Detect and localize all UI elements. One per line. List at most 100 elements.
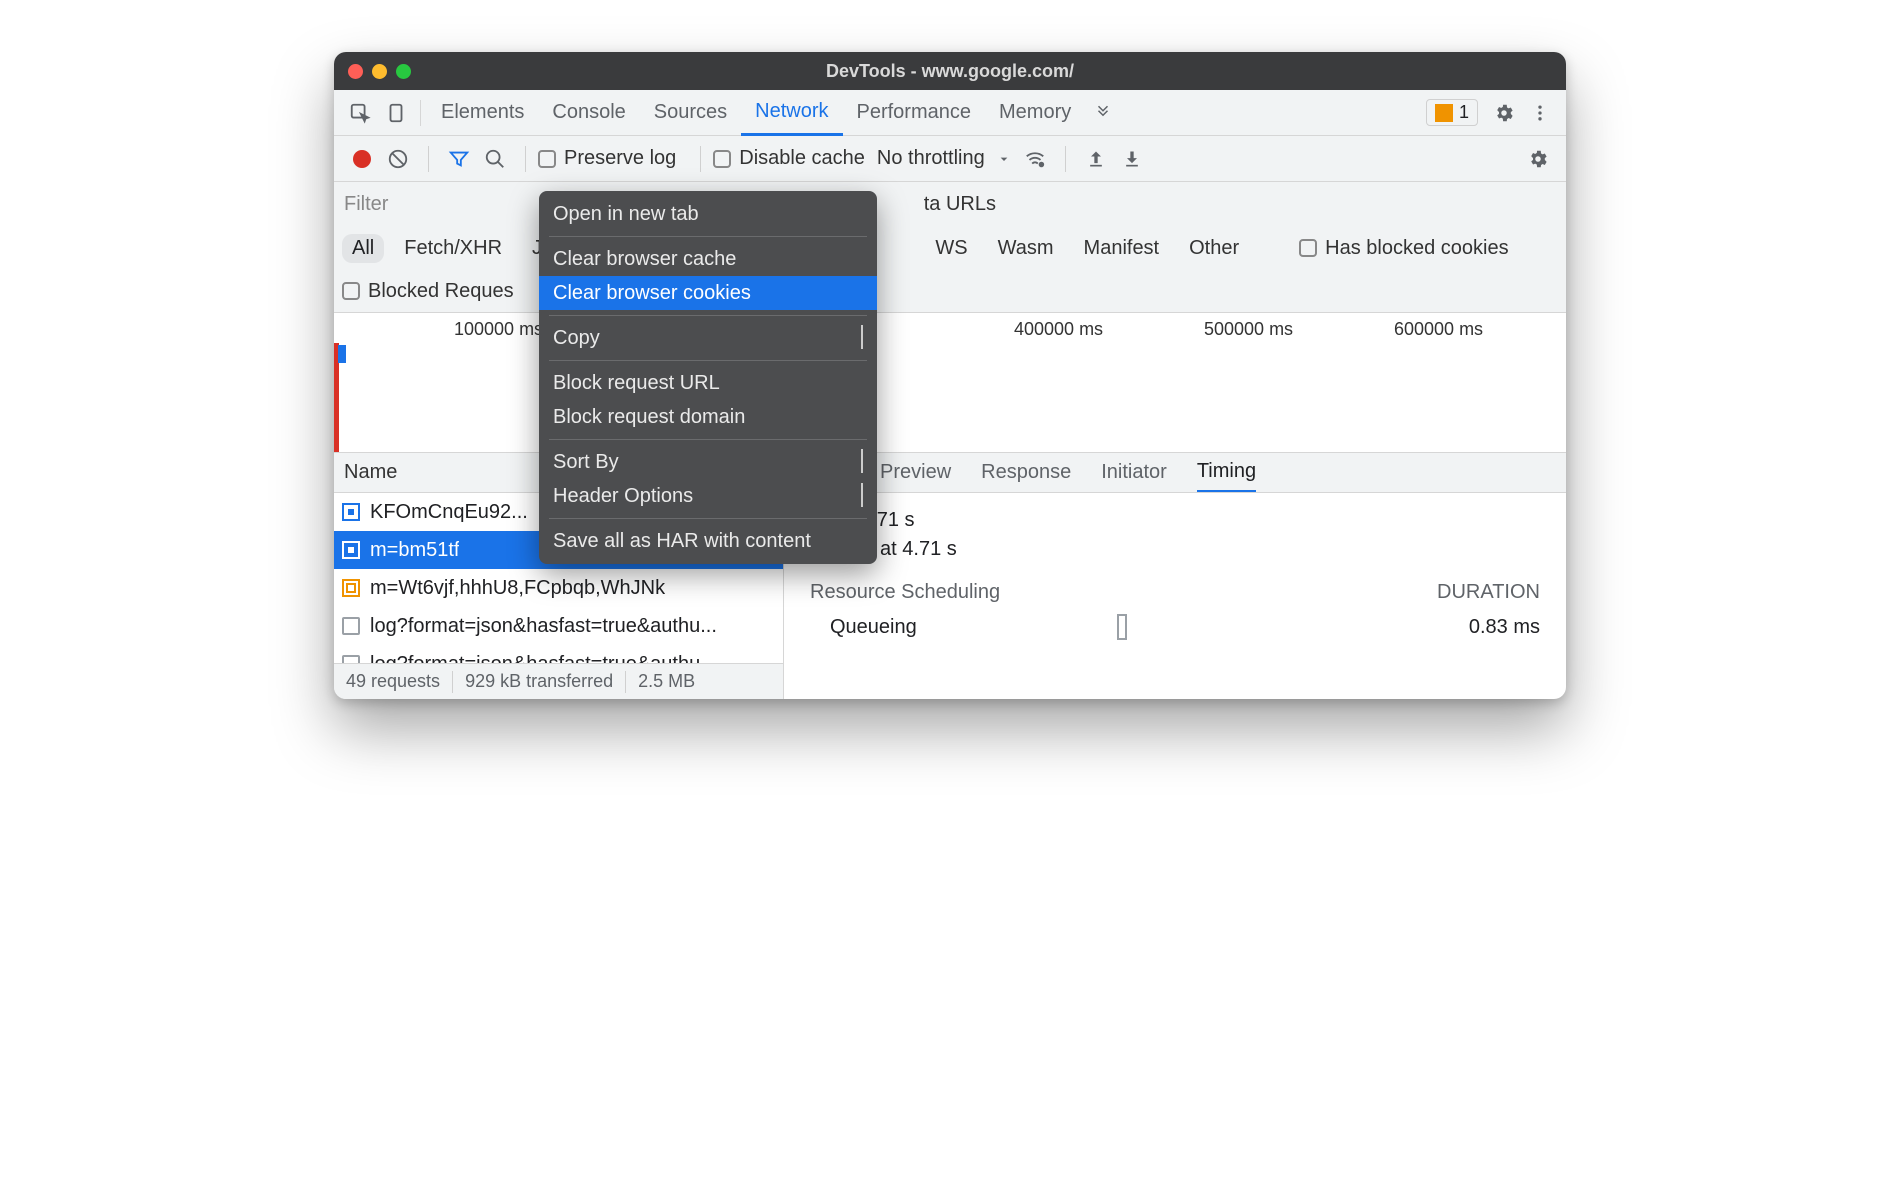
filter-type-all[interactable]: All bbox=[342, 234, 384, 263]
duration-header: DURATION bbox=[1437, 581, 1540, 604]
filter-type-wasm[interactable]: Wasm bbox=[988, 234, 1064, 263]
file-type-icon bbox=[342, 617, 360, 635]
file-type-icon bbox=[342, 541, 360, 559]
context-menu-separator bbox=[549, 439, 867, 440]
file-type-icon bbox=[342, 655, 360, 663]
transferred-size: 929 kB transferred bbox=[453, 671, 625, 692]
timeline-overview[interactable]: 100000 ms400000 ms500000 ms600000 ms bbox=[334, 313, 1566, 453]
context-menu-item[interactable]: Copy bbox=[539, 321, 877, 355]
clear-icon[interactable] bbox=[380, 141, 416, 177]
tab-memory[interactable]: Memory bbox=[985, 90, 1085, 136]
detail-tab-initiator[interactable]: Initiator bbox=[1101, 461, 1167, 484]
more-tabs-chevron-icon[interactable] bbox=[1085, 95, 1121, 131]
checkbox-icon bbox=[342, 282, 360, 300]
timeline-marker bbox=[338, 345, 346, 363]
detail-tab-response[interactable]: Response bbox=[981, 461, 1071, 484]
disable-cache-checkbox[interactable]: Disable cache bbox=[713, 147, 865, 170]
detail-tab-timing[interactable]: Timing bbox=[1197, 453, 1256, 493]
device-toggle-icon[interactable] bbox=[378, 95, 414, 131]
context-menu-item[interactable]: Clear browser cookies bbox=[539, 276, 877, 310]
filter-type-other[interactable]: Other bbox=[1179, 234, 1249, 263]
submenu-chevron-icon bbox=[861, 451, 863, 474]
titlebar: DevTools - www.google.com/ bbox=[334, 52, 1566, 90]
timeline-tick: 500000 ms bbox=[1204, 319, 1293, 340]
close-window-button[interactable] bbox=[348, 64, 363, 79]
context-menu-item[interactable]: Block request URL bbox=[539, 366, 877, 400]
upload-har-icon[interactable] bbox=[1078, 141, 1114, 177]
devtools-window: DevTools - www.google.com/ ElementsConso… bbox=[334, 52, 1566, 699]
detail-pane: adersPreviewResponseInitiatorTiming ed a… bbox=[784, 453, 1566, 699]
context-menu-item-label: Header Options bbox=[553, 485, 693, 508]
file-type-icon bbox=[342, 579, 360, 597]
checkbox-icon bbox=[1299, 239, 1317, 257]
tab-elements[interactable]: Elements bbox=[427, 90, 538, 136]
filter-type-manifest[interactable]: Manifest bbox=[1074, 234, 1170, 263]
maximize-window-button[interactable] bbox=[396, 64, 411, 79]
request-name: KFOmCnqEu92... bbox=[370, 501, 528, 524]
settings-gear-icon[interactable] bbox=[1486, 95, 1522, 131]
requests-count: 49 requests bbox=[334, 671, 452, 692]
devtools-tabsbar: ElementsConsoleSourcesNetworkPerformance… bbox=[334, 90, 1566, 136]
issues-count: 1 bbox=[1459, 102, 1469, 123]
status-bar: 49 requests 929 kB transferred 2.5 MB bbox=[334, 663, 783, 699]
has-blocked-cookies-label: Has blocked cookies bbox=[1325, 237, 1508, 260]
submenu-chevron-icon bbox=[861, 327, 863, 350]
issues-badge[interactable]: 1 bbox=[1426, 99, 1478, 126]
disable-cache-label: Disable cache bbox=[739, 147, 865, 170]
resource-scheduling-label: Resource Scheduling bbox=[810, 581, 1000, 604]
context-menu-item[interactable]: Header Options bbox=[539, 479, 877, 513]
blocked-requests-checkbox[interactable]: Blocked Reques bbox=[342, 280, 514, 303]
throttling-select[interactable]: No throttling bbox=[877, 147, 1017, 170]
request-name: m=Wt6vjf,hhhU8,FCpbqb,WhJNk bbox=[370, 577, 665, 600]
dropdown-triangle-icon bbox=[991, 151, 1017, 167]
request-row[interactable]: log?format=json&hasfast=true&authu... bbox=[334, 645, 783, 663]
request-row[interactable]: log?format=json&hasfast=true&authu... bbox=[334, 607, 783, 645]
context-menu-item[interactable]: Clear browser cache bbox=[539, 242, 877, 276]
queueing-label: Queueing bbox=[810, 616, 917, 639]
download-har-icon[interactable] bbox=[1114, 141, 1150, 177]
context-menu-item-label: Open in new tab bbox=[553, 203, 699, 226]
filter-funnel-icon[interactable] bbox=[441, 141, 477, 177]
has-blocked-cookies-checkbox[interactable]: Has blocked cookies bbox=[1299, 237, 1508, 260]
filter-bar: Filter ta URLs AllFetch/XHRJSWSWasmManif… bbox=[334, 182, 1566, 313]
context-menu-item-label: Save all as HAR with content bbox=[553, 530, 811, 553]
tab-sources[interactable]: Sources bbox=[640, 90, 741, 136]
context-menu-item-label: Clear browser cache bbox=[553, 248, 736, 271]
network-toolbar: Preserve log Disable cache No throttling bbox=[334, 136, 1566, 182]
context-menu-separator bbox=[549, 360, 867, 361]
detail-tab-preview[interactable]: Preview bbox=[880, 461, 951, 484]
filter-type-ws[interactable]: WS bbox=[925, 234, 977, 263]
filter-type-fetchxhr[interactable]: Fetch/XHR bbox=[394, 234, 512, 263]
timeline-tick: 100000 ms bbox=[454, 319, 543, 340]
context-menu-item[interactable]: Sort By bbox=[539, 445, 877, 479]
tab-console[interactable]: Console bbox=[538, 90, 639, 136]
context-menu-separator bbox=[549, 518, 867, 519]
context-menu-item[interactable]: Open in new tab bbox=[539, 197, 877, 231]
queued-at-text: ed at 4.71 s bbox=[810, 509, 1540, 532]
preserve-log-label: Preserve log bbox=[564, 147, 676, 170]
checkbox-icon bbox=[713, 150, 731, 168]
tab-performance[interactable]: Performance bbox=[843, 90, 986, 136]
request-name: log?format=json&hasfast=true&authu... bbox=[370, 653, 717, 664]
network-settings-gear-icon[interactable] bbox=[1520, 141, 1556, 177]
filter-input[interactable]: Filter bbox=[344, 193, 388, 216]
warning-icon bbox=[1435, 104, 1453, 122]
submenu-chevron-icon bbox=[861, 485, 863, 508]
record-button[interactable] bbox=[353, 150, 371, 168]
context-menu-item-label: Sort By bbox=[553, 451, 619, 474]
context-menu-item-label: Block request URL bbox=[553, 372, 720, 395]
context-menu-separator bbox=[549, 315, 867, 316]
request-name: log?format=json&hasfast=true&authu... bbox=[370, 615, 717, 638]
network-conditions-icon[interactable] bbox=[1017, 141, 1053, 177]
kebab-menu-icon[interactable] bbox=[1522, 95, 1558, 131]
request-row[interactable]: m=Wt6vjf,hhhU8,FCpbqb,WhJNk bbox=[334, 569, 783, 607]
context-menu-item-label: Clear browser cookies bbox=[553, 282, 751, 305]
tab-network[interactable]: Network bbox=[741, 90, 842, 136]
preserve-log-checkbox[interactable]: Preserve log bbox=[538, 147, 676, 170]
search-icon[interactable] bbox=[477, 141, 513, 177]
context-menu-item[interactable]: Block request domain bbox=[539, 400, 877, 434]
inspect-element-icon[interactable] bbox=[342, 95, 378, 131]
context-menu-item[interactable]: Save all as HAR with content bbox=[539, 524, 877, 558]
context-menu-item-label: Block request domain bbox=[553, 406, 745, 429]
minimize-window-button[interactable] bbox=[372, 64, 387, 79]
